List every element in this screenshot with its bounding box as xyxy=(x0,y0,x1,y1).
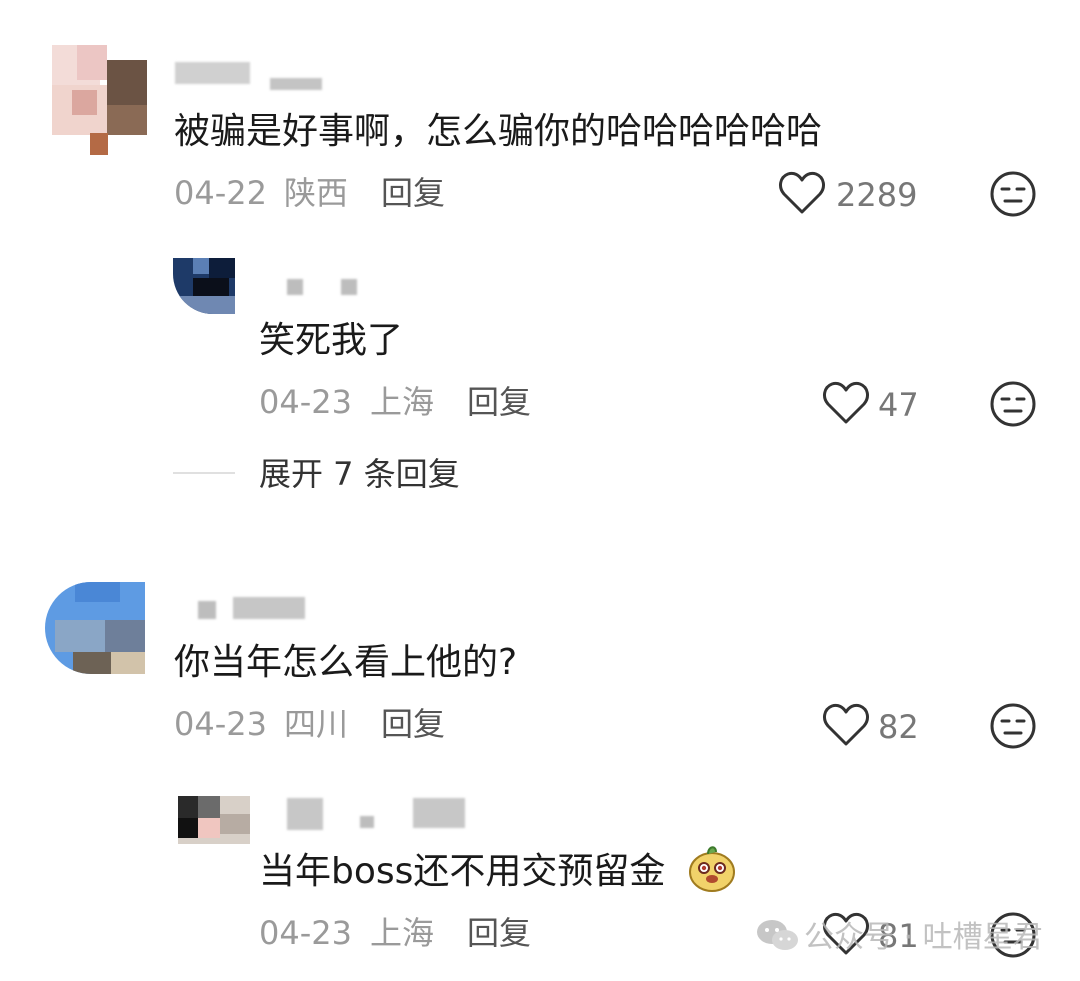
username-blurred xyxy=(413,798,465,828)
avatar-pixel xyxy=(193,258,209,274)
username-blurred[interactable] xyxy=(287,279,303,295)
username-blurred[interactable] xyxy=(175,62,250,84)
divider xyxy=(173,472,235,474)
reply-button[interactable]: 回复 xyxy=(381,706,445,742)
avatar-pixel xyxy=(209,258,235,278)
comment-date: 04-23 xyxy=(259,383,352,421)
avatar-pixel xyxy=(72,90,97,115)
avatar-pixel xyxy=(178,818,198,838)
avatar-pixel xyxy=(220,814,250,834)
avatar[interactable] xyxy=(52,45,147,155)
username-blurred xyxy=(341,279,357,295)
expand-replies-button[interactable]: 展开 7 条回复 xyxy=(259,456,460,492)
avatar-pixel xyxy=(77,45,107,80)
comment-text: 你当年怎么看上他的? xyxy=(174,642,518,683)
reply-button[interactable]: 回复 xyxy=(467,915,531,951)
comment-location: 陕西 xyxy=(284,174,349,212)
watermark-text: 公众号 · 吐槽星君 xyxy=(804,920,1043,955)
like-count: 47 xyxy=(878,386,919,424)
like-count: 2289 xyxy=(836,176,918,214)
comment-location: 上海 xyxy=(370,914,435,952)
comment-location: 上海 xyxy=(370,383,435,421)
avatar-pixel xyxy=(107,105,147,135)
comment-date: 04-23 xyxy=(259,914,352,952)
username-blurred[interactable] xyxy=(287,798,323,830)
avatar-pixel xyxy=(173,296,235,314)
avatar[interactable] xyxy=(173,258,235,314)
avatar-pixel xyxy=(193,278,229,296)
comment-date: 04-23 xyxy=(174,705,267,743)
heart-icon[interactable] xyxy=(822,702,870,748)
comment-text: 当年boss还不用交预留金 xyxy=(259,851,666,892)
meh-face-icon[interactable] xyxy=(989,380,1037,428)
username-blurred xyxy=(270,78,322,90)
avatar-pixel xyxy=(198,818,220,838)
comment-location: 四川 xyxy=(284,705,349,743)
username-blurred xyxy=(360,816,374,828)
username-blurred[interactable] xyxy=(198,601,216,619)
comment-text: 笑死我了 xyxy=(259,320,404,361)
avatar-pixel xyxy=(198,796,220,818)
comment-text: 被骗是好事啊，怎么骗你的哈哈哈哈哈哈 xyxy=(174,111,823,152)
avatar[interactable] xyxy=(45,582,145,674)
username-blurred xyxy=(233,597,305,619)
comment-date: 04-22 xyxy=(174,174,267,212)
reply-button[interactable]: 回复 xyxy=(381,175,445,211)
avatar-pixel xyxy=(178,796,198,818)
reply-button[interactable]: 回复 xyxy=(467,384,531,420)
heart-icon[interactable] xyxy=(778,170,826,216)
avatar-pixel xyxy=(90,133,108,155)
avatar-pixel xyxy=(105,620,145,652)
emoji-sticker-icon xyxy=(689,846,735,892)
wechat-icon xyxy=(757,920,798,950)
avatar-pixel xyxy=(73,652,111,674)
meh-face-icon[interactable] xyxy=(989,702,1037,750)
avatar[interactable] xyxy=(178,796,250,844)
meh-face-icon[interactable] xyxy=(989,170,1037,218)
avatar-pixel xyxy=(75,582,120,602)
avatar-pixel xyxy=(107,60,147,105)
heart-icon[interactable] xyxy=(822,380,870,426)
avatar-pixel xyxy=(111,652,145,674)
avatar-pixel xyxy=(55,620,105,652)
like-count: 82 xyxy=(878,708,919,746)
